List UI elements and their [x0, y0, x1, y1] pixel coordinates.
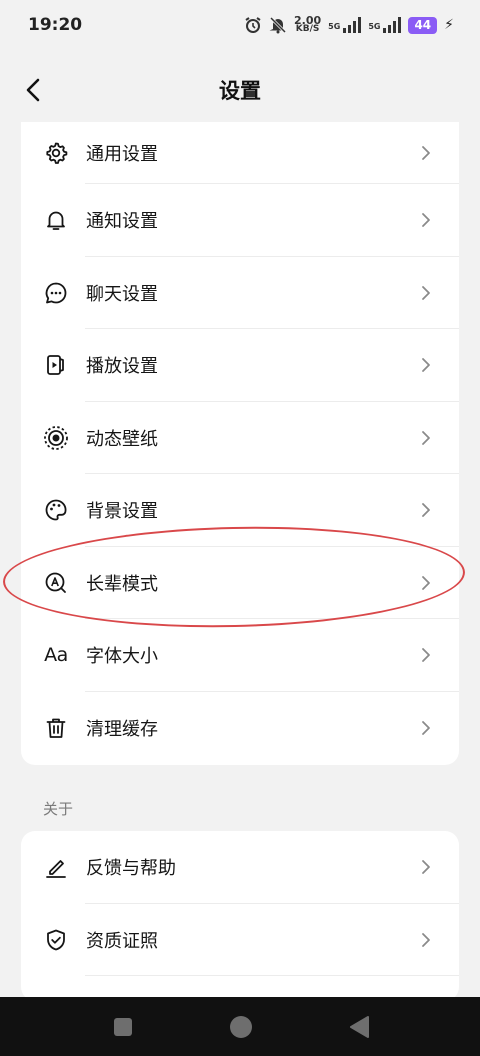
circle-icon [230, 1016, 252, 1038]
about-item-label: 反馈与帮助 [86, 858, 176, 880]
settings-item-clear-cache[interactable]: 清理缓存 [21, 692, 459, 765]
system-nav-bar [0, 997, 480, 1056]
settings-item-elder-mode[interactable]: 长辈模式 [21, 547, 459, 619]
about-item-label: 资质证照 [86, 930, 158, 952]
settings-item-label: 动态壁纸 [86, 428, 158, 450]
settings-item-label: 清理缓存 [86, 718, 158, 740]
page-title: 设置 [219, 79, 261, 103]
settings-item-notification[interactable]: 通知设置 [21, 184, 459, 257]
settings-item-label: 长辈模式 [86, 573, 158, 595]
elder-mode-icon [43, 570, 69, 596]
chevron-right-icon [422, 503, 430, 518]
pencil-icon [43, 854, 69, 880]
battery-badge: 44 [408, 16, 438, 34]
live-wallpaper-icon [43, 425, 69, 451]
divider [85, 975, 459, 976]
palette-icon [43, 497, 69, 523]
gear-icon [43, 140, 69, 166]
chevron-right-icon [422, 358, 430, 373]
network-speed: 2.00 KB/S [294, 15, 321, 34]
settings-item-chat[interactable]: 聊天设置 [21, 257, 459, 329]
chevron-right-icon [422, 648, 430, 663]
settings-item-label: 聊天设置 [86, 283, 158, 305]
settings-item-background[interactable]: 背景设置 [21, 474, 459, 547]
chevron-right-icon [422, 213, 430, 228]
alarm-icon [245, 17, 261, 33]
chevron-right-icon [422, 285, 430, 300]
settings-item-live-wallpaper[interactable]: 动态壁纸 [21, 402, 459, 474]
mute-bell-icon [269, 16, 287, 34]
status-time: 19:20 [28, 15, 83, 35]
back-nav-button[interactable] [346, 1014, 372, 1040]
square-icon [114, 1018, 132, 1036]
chevron-right-icon [422, 932, 430, 947]
chevron-left-icon [26, 78, 40, 102]
status-icons: 2.00 KB/S 5G 5G 44 ⚡ [244, 15, 454, 34]
triangle-back-icon [350, 1016, 369, 1038]
settings-card: 通用设置 通知设置 聊天设置 播放设置 动态壁纸 背景设置 长辈模式 Aa 字体… [21, 122, 459, 765]
about-item-feedback[interactable]: 反馈与帮助 [21, 831, 459, 904]
home-button[interactable] [228, 1014, 254, 1040]
settings-item-label: 通知设置 [86, 211, 158, 233]
speed-unit: KB/S [295, 24, 320, 34]
font-size-icon: Aa [44, 644, 68, 667]
section-label-about: 关于 [43, 800, 74, 818]
charging-bolt-icon: ⚡ [444, 17, 454, 33]
settings-item-label: 字体大小 [86, 646, 158, 668]
settings-item-font-size[interactable]: Aa 字体大小 [21, 619, 459, 692]
settings-item-label: 背景设置 [86, 501, 158, 523]
trash-icon [43, 715, 69, 741]
signal-icon [343, 17, 362, 33]
bell-icon [43, 207, 69, 233]
settings-item-label: 通用设置 [86, 144, 158, 165]
chevron-right-icon [422, 146, 430, 160]
play-icon [43, 352, 69, 378]
back-button[interactable] [14, 70, 54, 110]
chevron-right-icon [422, 720, 430, 735]
recents-button[interactable] [110, 1014, 136, 1040]
status-bar: 19:20 2.00 KB/S 5G 5G 44 ⚡ [0, 0, 480, 50]
chevron-right-icon [422, 430, 430, 445]
about-item-certificates[interactable]: 资质证照 [21, 904, 459, 976]
settings-item-label: 播放设置 [86, 356, 158, 378]
chevron-right-icon [422, 575, 430, 590]
shield-check-icon [43, 927, 69, 953]
header: 设置 [0, 58, 480, 122]
settings-item-playback[interactable]: 播放设置 [21, 329, 459, 402]
settings-item-general[interactable]: 通用设置 [21, 122, 459, 184]
net-type-1: 5G [328, 22, 341, 31]
about-card: 反馈与帮助 资质证照 [21, 831, 459, 1001]
signal-icon-2 [383, 17, 402, 33]
net-type-2: 5G [368, 22, 381, 31]
chevron-right-icon [422, 860, 430, 875]
chat-bubble-icon [43, 280, 69, 306]
